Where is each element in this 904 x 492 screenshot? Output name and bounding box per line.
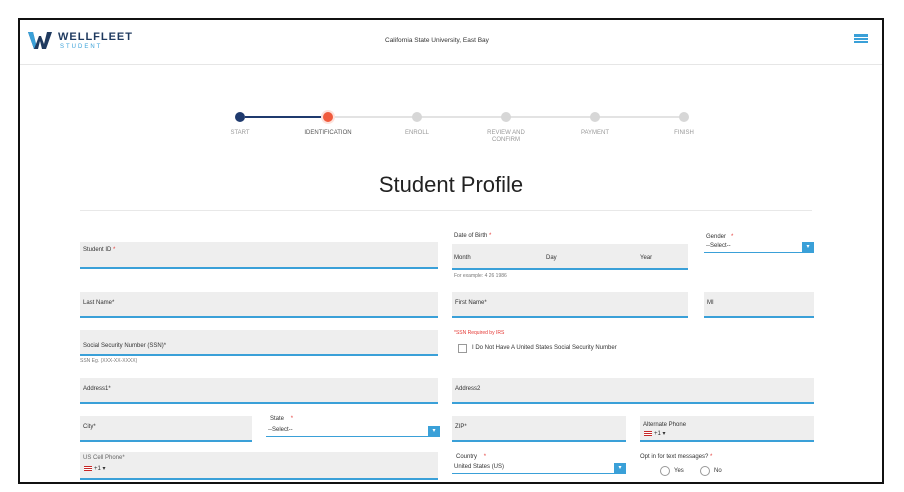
step-dot xyxy=(412,112,422,122)
mi-label: MI xyxy=(707,300,714,306)
city-field[interactable]: City* xyxy=(80,416,252,442)
page-title: Student Profile xyxy=(378,172,524,197)
dob-label: Date of Birth * xyxy=(454,233,492,239)
ssn-irs-note: *SSN Required by IRS xyxy=(454,330,505,336)
gender-select[interactable]: --Select-- ▾ xyxy=(704,242,814,253)
step-dot xyxy=(235,112,245,122)
zip-field[interactable]: ZIP* xyxy=(452,416,626,442)
step-label: ENROLL xyxy=(404,130,429,136)
city-label: City* xyxy=(83,424,96,430)
cell-phone-label: US Cell Phone* xyxy=(83,455,125,461)
opt-in-no-radio[interactable] xyxy=(700,466,710,476)
dob-year[interactable]: Year xyxy=(640,255,652,261)
step-label: START xyxy=(230,130,250,136)
brand-subtitle: STUDENT xyxy=(60,44,103,50)
browser-frame: WELLFLEET STUDENT California State Unive… xyxy=(18,18,884,484)
gender-value: --Select-- xyxy=(706,243,731,249)
step-review: REVIEW AND CONFIRM xyxy=(466,112,546,144)
ssn-label: Social Security Number (SSN)* xyxy=(83,343,167,349)
alternate-phone-label: Alternate Phone xyxy=(643,422,687,428)
progress-stepper: START IDENTIFICATION ENROLL REVIEW AND C… xyxy=(200,112,710,162)
gender-label: Gender * xyxy=(706,234,734,240)
us-flag-icon xyxy=(644,430,652,436)
address1-field[interactable]: Address1* xyxy=(80,378,438,404)
no-ssn-label: I Do Not Have A United States Social Sec… xyxy=(472,345,617,351)
address2-label: Address2 xyxy=(455,386,481,392)
step-dot xyxy=(679,112,689,122)
alternate-phone-field[interactable]: Alternate Phone +1 ▾ xyxy=(640,416,814,442)
step-finish: FINISH xyxy=(644,112,724,137)
step-payment: PAYMENT xyxy=(555,112,635,137)
step-enroll: ENROLL xyxy=(377,112,457,137)
step-label: FINISH xyxy=(674,130,694,136)
brand-name: WELLFLEET xyxy=(58,31,133,43)
state-select[interactable]: --Select-- ▾ xyxy=(266,426,440,437)
step-dot xyxy=(590,112,600,122)
first-name-field[interactable]: First Name* xyxy=(452,292,688,318)
student-id-label: Student ID * xyxy=(83,247,116,253)
student-id-field[interactable]: Student ID * xyxy=(80,242,438,269)
dob-field[interactable]: Month Day Year xyxy=(452,244,688,270)
step-label: PAYMENT xyxy=(580,130,610,136)
mi-field[interactable]: MI xyxy=(704,292,814,318)
address1-label: Address1* xyxy=(83,386,111,392)
divider xyxy=(80,210,812,211)
university-name: California State University, East Bay xyxy=(385,37,489,44)
ssn-field[interactable]: Social Security Number (SSN)* xyxy=(80,330,438,356)
cell-phone-code[interactable]: +1 ▾ xyxy=(84,465,106,472)
step-start: START xyxy=(200,112,280,137)
step-identification: IDENTIFICATION xyxy=(288,112,368,137)
alternate-phone-code[interactable]: +1 ▾ xyxy=(644,430,666,437)
chevron-down-icon[interactable]: ▾ xyxy=(428,426,440,436)
step-label: REVIEW AND CONFIRM xyxy=(487,130,525,143)
chevron-down-icon[interactable]: ▾ xyxy=(802,242,814,252)
cell-phone-field[interactable]: US Cell Phone* +1 ▾ xyxy=(80,452,438,480)
zip-label: ZIP* xyxy=(455,424,467,430)
dob-overlay xyxy=(502,222,562,244)
country-select[interactable]: United States (US) ▾ xyxy=(452,463,626,474)
opt-in-yes-label: Yes xyxy=(674,468,684,474)
state-value: --Select-- xyxy=(268,427,293,433)
state-label: State * xyxy=(270,416,294,422)
opt-in-no-label: No xyxy=(714,468,722,474)
dob-month[interactable]: Month xyxy=(454,255,471,261)
step-dot xyxy=(501,112,511,122)
no-ssn-checkbox[interactable] xyxy=(458,344,467,353)
top-bar: WELLFLEET STUDENT California State Unive… xyxy=(20,20,882,65)
first-name-label: First Name* xyxy=(455,300,487,306)
wellfleet-logo-icon[interactable] xyxy=(28,30,52,50)
step-dot xyxy=(323,112,333,122)
step-label: IDENTIFICATION xyxy=(304,130,352,136)
opt-in-label: Opt in for text messages? * xyxy=(640,454,713,460)
us-flag-icon xyxy=(84,465,92,471)
ssn-hint: SSN Eg. (XXX-XX-XXXX) xyxy=(80,358,138,364)
opt-in-yes-radio[interactable] xyxy=(660,466,670,476)
country-label: Country * xyxy=(456,454,487,460)
hamburger-menu-icon[interactable] xyxy=(854,34,868,43)
dob-hint: For example: 4 26 1986 xyxy=(454,273,507,279)
country-value: United States (US) xyxy=(454,464,505,470)
last-name-field[interactable]: Last Name* xyxy=(80,292,438,318)
chevron-down-icon[interactable]: ▾ xyxy=(614,463,626,473)
last-name-label: Last Name* xyxy=(83,300,115,306)
dob-day[interactable]: Day xyxy=(546,255,557,261)
address2-field[interactable]: Address2 xyxy=(452,378,814,404)
